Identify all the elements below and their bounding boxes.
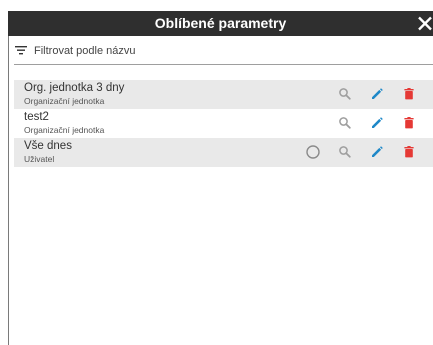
dialog-titlebar: Oblíbené parametry <box>8 11 433 36</box>
search-button[interactable] <box>336 114 354 132</box>
filter-input[interactable] <box>34 40 424 62</box>
search-icon <box>339 117 351 129</box>
edit-button[interactable] <box>368 85 386 103</box>
trash-icon <box>404 146 414 158</box>
item-subtitle: Uživatel <box>24 154 55 164</box>
dialog-title: Oblíbené parametry <box>154 15 287 31</box>
delete-button[interactable] <box>400 114 418 132</box>
radio-unchecked-icon <box>306 145 320 159</box>
filter-field[interactable] <box>14 40 426 62</box>
pencil-icon <box>372 117 383 128</box>
search-button[interactable] <box>336 143 354 161</box>
item-subtitle: Organizační jednotka <box>24 125 105 135</box>
filter-underline <box>14 64 433 65</box>
item-title: Vše dnes <box>24 140 72 152</box>
close-button[interactable] <box>413 11 433 36</box>
search-icon <box>339 146 351 158</box>
trash-icon <box>404 88 414 100</box>
filter-list-icon <box>15 46 27 55</box>
favorite-parameters-dialog: Oblíbené parametry Org. jednotka 3 dnyOr… <box>0 0 433 345</box>
list-item[interactable]: Vše dnes Uživatel <box>14 138 433 167</box>
dialog-border <box>8 36 9 345</box>
pencil-icon <box>372 88 383 99</box>
list-item[interactable]: test2 Organizační jednotka <box>14 109 433 138</box>
item-title: Org. jednotka 3 dny <box>24 82 125 94</box>
close-icon <box>418 16 432 31</box>
delete-button[interactable] <box>400 143 418 161</box>
list-item[interactable]: Org. jednotka 3 dny Organizační jednotka <box>14 80 433 109</box>
pencil-icon <box>372 146 383 157</box>
favorites-list: Org. jednotka 3 dny Organizační jednotka t… <box>14 80 433 167</box>
trash-icon <box>404 117 414 129</box>
edit-button[interactable] <box>368 114 386 132</box>
default-radio-button[interactable] <box>304 143 322 161</box>
edit-button[interactable] <box>368 143 386 161</box>
item-title: test2 <box>24 111 49 123</box>
item-subtitle: Organizační jednotka <box>24 96 105 106</box>
search-icon <box>339 88 351 100</box>
delete-button[interactable] <box>400 85 418 103</box>
search-button[interactable] <box>336 85 354 103</box>
